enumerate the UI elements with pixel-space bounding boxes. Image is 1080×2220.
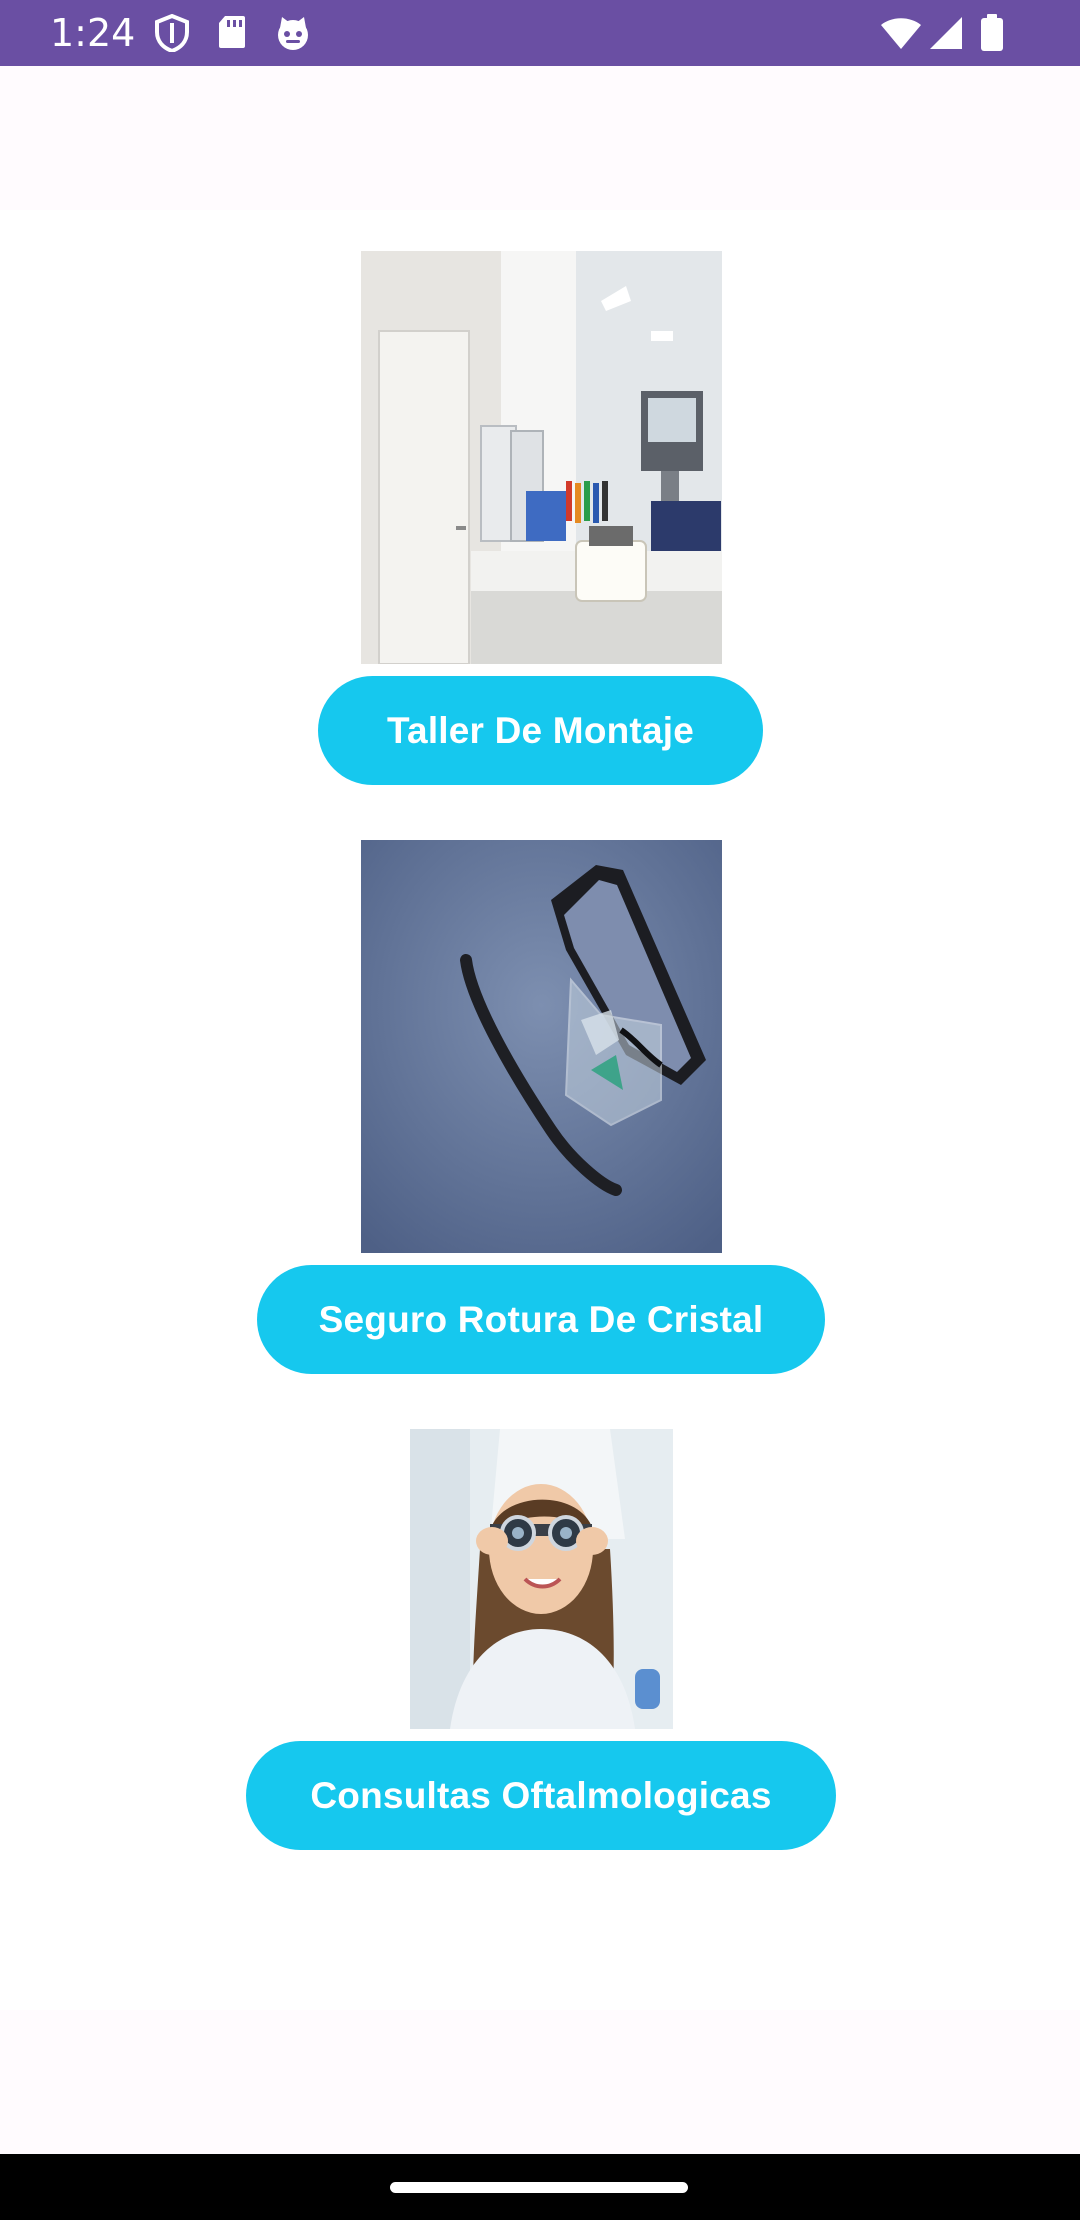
seguro-rotura-de-cristal-button[interactable]: Seguro Rotura De Cristal	[257, 1265, 825, 1374]
eye-exam-image	[410, 1429, 673, 1729]
top-app-bar	[0, 66, 1080, 210]
bottom-app-area	[0, 2010, 1080, 2154]
sd-card-icon	[217, 14, 247, 55]
cat-face-icon	[274, 14, 312, 57]
shield-icon	[154, 13, 190, 57]
wifi-icon	[880, 16, 922, 55]
taller-de-montaje-button[interactable]: Taller De Montaje	[318, 676, 763, 785]
signal-icon	[928, 16, 964, 55]
home-gesture-handle[interactable]	[390, 2182, 688, 2193]
broken-glasses-image	[361, 840, 722, 1253]
battery-icon	[980, 14, 1004, 57]
optical-workshop-image	[361, 251, 722, 664]
status-time: 1:24	[50, 11, 136, 55]
consultas-oftalmologicas-button[interactable]: Consultas Oftalmologicas	[246, 1741, 836, 1850]
status-bar: 1:24	[0, 0, 1080, 66]
